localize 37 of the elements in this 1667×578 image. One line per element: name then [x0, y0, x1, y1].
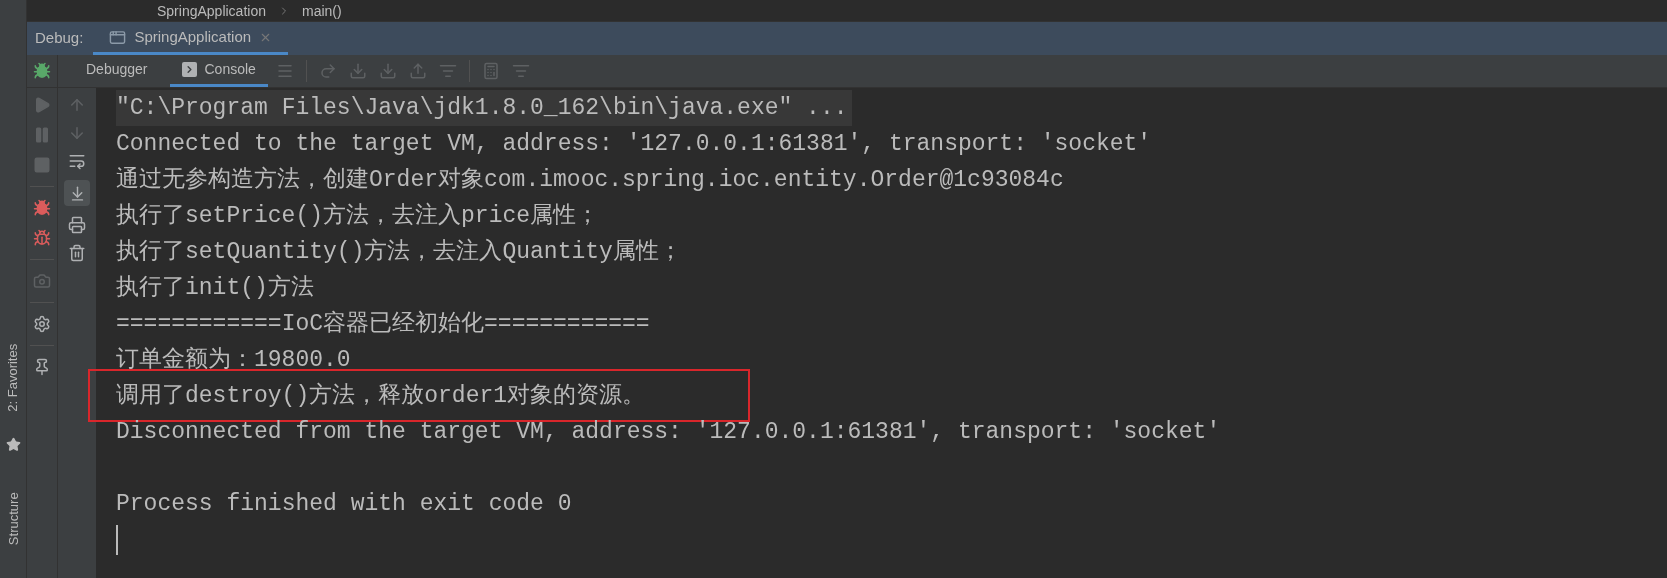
wrap-icon[interactable] — [68, 152, 86, 170]
step-into-icon[interactable] — [348, 62, 367, 80]
menu-icon[interactable] — [275, 62, 294, 80]
console-line: 通过无参构造方法，创建Order对象com.imooc.spring.ioc.entity.Order@1c93084c — [116, 167, 1064, 193]
side-tab[interactable]: 2: Favorites — [3, 344, 23, 412]
trash-icon[interactable] — [68, 244, 86, 262]
print-icon[interactable] — [68, 216, 86, 234]
side-tab[interactable]: Structure — [3, 492, 23, 546]
panel-tab[interactable]: Debugger — [74, 55, 160, 87]
step-over-icon[interactable] — [318, 62, 337, 80]
step-into-icon[interactable] — [378, 62, 397, 80]
pause-icon[interactable] — [33, 126, 51, 144]
console-line: Process finished with exit code 0 — [116, 491, 572, 517]
console-line: 执行了setQuantity()方法，去注入Quantity属性； — [116, 239, 682, 265]
camera-icon[interactable] — [33, 272, 51, 290]
breadcrumb-item[interactable]: SpringApplication — [157, 1, 266, 20]
settings-icon[interactable] — [33, 315, 51, 333]
star-icon — [5, 437, 21, 452]
debug-label: Debug: — [35, 28, 84, 49]
resume-icon[interactable] — [33, 96, 51, 114]
breadcrumb-item[interactable]: main() — [301, 1, 342, 20]
down-arrow-icon[interactable] — [68, 124, 86, 142]
console-line: Connected to the target VM, address: '127.0.0.1:61381', transport: 'socket' — [116, 131, 1152, 157]
scroll-to-end-button[interactable] — [64, 180, 90, 206]
console-line: 执行了setPrice()方法，去注入price属性； — [116, 203, 600, 229]
bug-icon[interactable] — [33, 62, 51, 80]
pin-icon[interactable] — [33, 358, 51, 376]
window-icon — [109, 28, 127, 46]
calculator-icon[interactable] — [481, 62, 500, 80]
console-icon — [181, 62, 197, 77]
step-out-icon[interactable] — [408, 62, 427, 80]
console-line: ============IoC容器已经初始化============ — [116, 311, 650, 337]
console-line: Disconnected from the target VM, address: '127.0.0.1:61381', transport: 'socket' — [116, 419, 1221, 445]
console-line: 执行了init()方法 — [116, 275, 314, 301]
stop-icon[interactable] — [33, 156, 51, 174]
console-line: 调用了destroy()方法，释放order1对象的资源。 — [116, 383, 646, 409]
console-line: 订单金额为：19800.0 — [116, 347, 351, 373]
